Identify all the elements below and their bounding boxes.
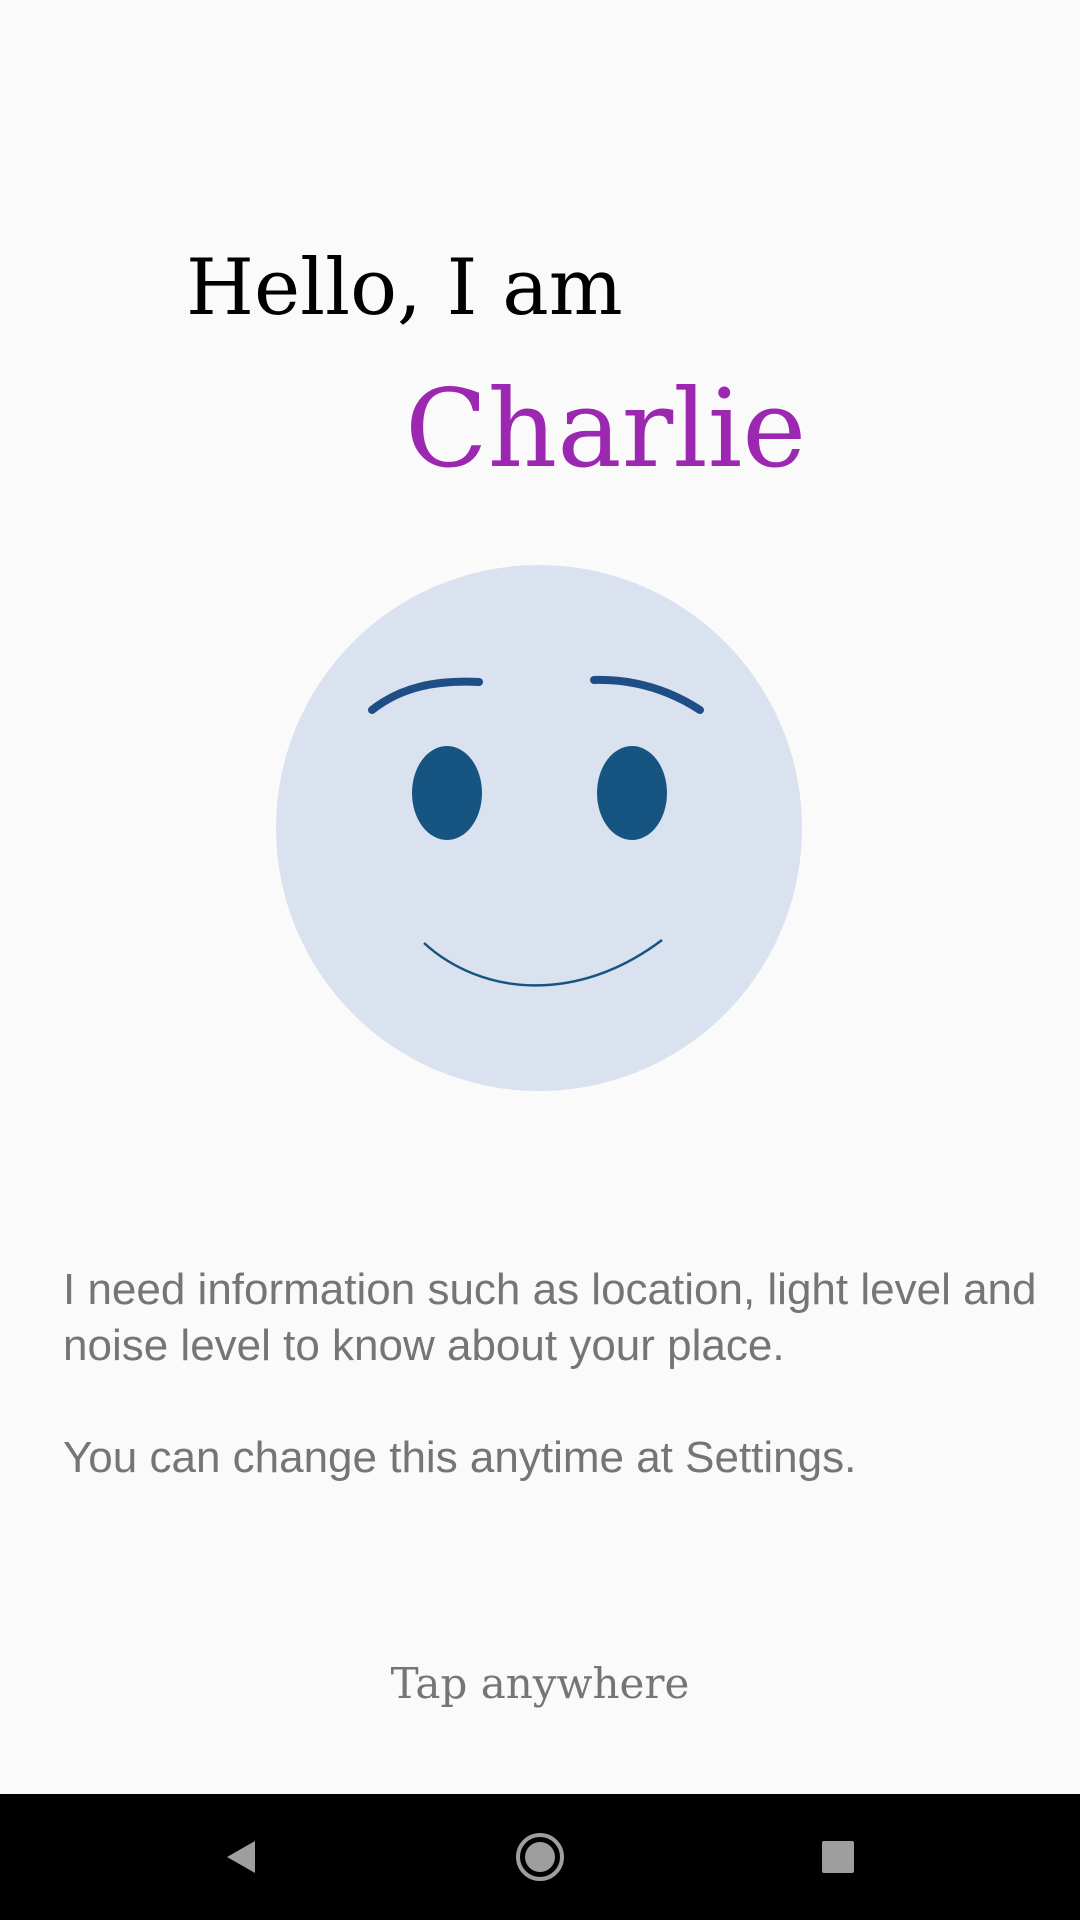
onboarding-screen[interactable]: Hello, I am Charlie I need information s… xyxy=(0,0,1080,1794)
right-eye xyxy=(597,746,667,840)
smiley-face-illustration xyxy=(276,565,802,1091)
info-paragraph-2: You can change this anytime at Settings. xyxy=(63,1433,857,1482)
permission-info: I need information such as location, lig… xyxy=(63,1262,1043,1486)
tap-anywhere-hint: Tap anywhere xyxy=(390,1659,690,1708)
info-paragraph-1: I need information such as location, lig… xyxy=(63,1265,1037,1370)
back-triangle-icon xyxy=(227,1841,255,1873)
home-circle-icon xyxy=(516,1833,564,1881)
assistant-name: Charlie xyxy=(405,367,807,492)
left-eye xyxy=(412,746,482,840)
recents-button[interactable] xyxy=(798,1817,878,1897)
system-navigation-bar xyxy=(0,1794,1080,1920)
home-button[interactable] xyxy=(500,1817,580,1897)
back-button[interactable] xyxy=(201,1817,281,1897)
recents-square-icon xyxy=(822,1841,854,1873)
greeting-text: Hello, I am xyxy=(186,243,623,333)
face-circle xyxy=(276,565,802,1091)
